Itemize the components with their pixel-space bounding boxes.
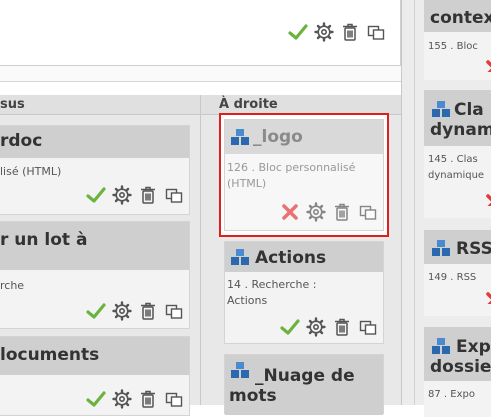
layer-icon[interactable] xyxy=(365,21,386,42)
blocks-icon xyxy=(229,359,250,380)
block-header[interactable]: rdoc xyxy=(0,126,189,158)
block-title: Exp xyxy=(456,337,491,357)
close-icon[interactable] xyxy=(484,192,491,206)
block-actions xyxy=(85,300,184,321)
block-card[interactable]: r un lot à rche xyxy=(0,221,190,329)
block-title: Actions xyxy=(255,248,327,268)
block-description: 126 . Bloc personnalisé (HTML) xyxy=(227,161,356,190)
check-icon[interactable] xyxy=(85,388,106,409)
block-description: lisé (HTML) xyxy=(0,165,62,178)
block-header[interactable]: Exp dossie xyxy=(424,327,491,381)
gear-icon[interactable] xyxy=(111,184,132,205)
block-title: contex xyxy=(430,8,491,28)
check-icon[interactable] xyxy=(85,300,106,321)
block-actions xyxy=(279,201,378,222)
block-card[interactable]: Exp dossie 87 . Expo xyxy=(424,327,491,417)
middle-column-header: À droite xyxy=(201,95,401,115)
gear-icon[interactable] xyxy=(305,201,326,222)
block-title: RSS xyxy=(456,239,491,259)
block-title: locuments xyxy=(0,345,100,365)
check-icon[interactable] xyxy=(85,184,106,205)
block-description: 145 . Clas dynamique xyxy=(428,154,485,181)
block-description: 149 . RSS xyxy=(428,272,477,283)
block-card[interactable]: locuments xyxy=(0,336,190,416)
block-header[interactable]: Cla dynam xyxy=(424,90,491,146)
block-actions xyxy=(85,184,184,205)
top-block-panel xyxy=(0,0,401,66)
block-title: dynam xyxy=(430,120,491,140)
block-header[interactable]: _Nuage de mots xyxy=(225,355,383,415)
block-header[interactable]: Actions xyxy=(225,242,383,272)
block-title: _logo xyxy=(253,127,303,147)
gear-icon[interactable] xyxy=(111,300,132,321)
block-description: rche xyxy=(0,279,25,292)
block-card[interactable]: _Nuage de mots xyxy=(224,354,384,415)
block-title: mots xyxy=(229,386,277,406)
block-actions xyxy=(85,388,184,409)
block-title: dossie xyxy=(430,357,491,377)
block-description: 14 . Recherche : Actions xyxy=(227,278,317,307)
blocks-icon xyxy=(430,237,451,258)
middle-column-title: À droite xyxy=(219,97,278,112)
block-title: _Nuage de xyxy=(255,366,355,386)
block-header[interactable]: r un lot à xyxy=(0,222,189,270)
block-card[interactable]: Cla dynam 145 . Clas dynamique xyxy=(424,90,491,218)
block-header[interactable]: contex xyxy=(424,0,491,32)
trash-icon[interactable] xyxy=(137,184,158,205)
left-column-title: sus xyxy=(0,97,25,112)
blocks-icon xyxy=(430,98,451,119)
blocks-icon xyxy=(229,126,250,147)
layer-icon[interactable] xyxy=(357,316,378,337)
block-description: 155 . Bloc xyxy=(428,41,478,52)
trash-icon[interactable] xyxy=(339,21,360,42)
block-card[interactable]: _logo 126 . Bloc personnalisé (HTML) xyxy=(224,119,384,231)
block-card[interactable]: Actions 14 . Recherche : Actions xyxy=(224,241,384,344)
close-icon[interactable] xyxy=(484,58,491,72)
gear-icon[interactable] xyxy=(305,316,326,337)
right-region-inner-border xyxy=(414,0,415,405)
blocks-icon xyxy=(430,335,451,356)
left-column-header: sus xyxy=(0,95,200,115)
trash-icon[interactable] xyxy=(331,201,352,222)
block-card[interactable]: contex 155 . Bloc xyxy=(424,0,491,80)
close-icon[interactable] xyxy=(279,201,300,222)
block-header[interactable]: _logo xyxy=(225,120,383,154)
block-title: Cla xyxy=(454,100,484,120)
block-card[interactable]: rdoc lisé (HTML) xyxy=(0,125,190,215)
trash-icon[interactable] xyxy=(137,300,158,321)
block-header[interactable]: RSS xyxy=(424,230,491,264)
block-actions xyxy=(279,316,378,337)
layer-icon[interactable] xyxy=(357,201,378,222)
layer-icon[interactable] xyxy=(163,300,184,321)
gear-icon[interactable] xyxy=(111,388,132,409)
layer-icon[interactable] xyxy=(163,388,184,409)
blocks-icon xyxy=(229,246,250,267)
trash-icon[interactable] xyxy=(331,316,352,337)
block-header[interactable]: locuments xyxy=(0,337,189,375)
block-description: 87 . Expo xyxy=(428,389,475,400)
divider xyxy=(0,81,401,82)
block-card[interactable]: RSS 149 . RSS xyxy=(424,230,491,316)
top-block-actions xyxy=(287,21,386,42)
block-title: rdoc xyxy=(0,131,43,151)
divider xyxy=(0,66,401,82)
trash-icon[interactable] xyxy=(137,388,158,409)
layer-icon[interactable] xyxy=(163,184,184,205)
gear-icon[interactable] xyxy=(313,21,334,42)
check-icon[interactable] xyxy=(279,316,300,337)
block-title: r un lot à xyxy=(0,230,88,250)
close-icon[interactable] xyxy=(484,290,491,304)
check-icon[interactable] xyxy=(287,21,308,42)
